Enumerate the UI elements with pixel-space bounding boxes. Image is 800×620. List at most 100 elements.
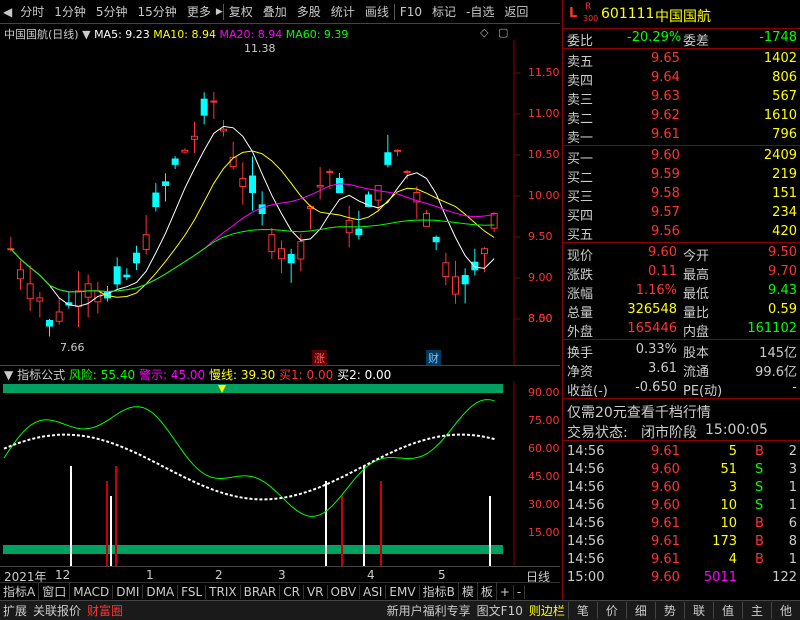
bid-row[interactable]: 买四 9.57 234: [563, 204, 800, 224]
stat-value: 145亿: [759, 346, 797, 361]
weicha-label: 委差: [683, 34, 710, 49]
bottom-right-tab[interactable]: 价: [596, 602, 626, 619]
bottom-left-item[interactable]: 扩展: [0, 602, 30, 619]
indicator-tab[interactable]: OBV: [328, 584, 361, 599]
indicator-tab[interactable]: ASI: [360, 584, 387, 599]
candle-body: [316, 184, 324, 188]
status-time: 15:00:05: [705, 422, 768, 438]
candle-body: [17, 269, 24, 280]
date-label: 2: [215, 568, 223, 582]
indicator-tab[interactable]: DMA: [143, 584, 179, 599]
bid-volume: 151: [772, 186, 797, 201]
candle-body: [162, 181, 169, 186]
candle-body: [55, 311, 63, 322]
bottom-right-tab[interactable]: 势: [654, 602, 684, 619]
ask-row[interactable]: 卖一 9.61 796: [563, 126, 800, 146]
ask-row[interactable]: 卖三 9.63 567: [563, 88, 800, 108]
toolbar-item[interactable]: 1分钟: [49, 3, 91, 20]
candle-body: [432, 236, 440, 243]
toolbar-item[interactable]: 叠加: [258, 3, 292, 20]
promo-row[interactable]: 仅需20元查看千档行情: [563, 401, 800, 422]
stat-value: 161102: [747, 321, 797, 336]
ask-volume: 806: [772, 70, 797, 85]
indicator-name[interactable]: 指标公式: [17, 368, 65, 382]
chart-maximize-icon[interactable]: ▢: [498, 26, 508, 39]
bottom-right-tab[interactable]: 值: [712, 602, 742, 619]
toolbar-item[interactable]: 15分钟: [133, 3, 182, 20]
bottom-right-tab[interactable]: 主: [741, 602, 771, 619]
toolbar-item[interactable]: F10: [395, 5, 427, 19]
webi-label: 委比: [567, 34, 594, 49]
indicator-tick: 45.00: [528, 470, 560, 483]
candle-body: [181, 149, 189, 153]
tick-side: S: [755, 480, 764, 495]
indicator-buy1: 买1: 0.00: [279, 368, 334, 382]
more-arrow-icon[interactable]: ▶: [216, 7, 223, 17]
tick-price: 9.61: [651, 444, 680, 459]
indicator-tab[interactable]: VR: [304, 584, 328, 599]
toolbar-item[interactable]: 分时: [15, 3, 49, 20]
indicator-tab[interactable]: 指标A: [0, 583, 40, 600]
indicator-tab[interactable]: FSL: [178, 584, 207, 599]
candle-body: [113, 266, 121, 285]
bottom-mid-item[interactable]: 新用户福利专享: [384, 602, 474, 619]
bid-row[interactable]: 买三 9.58 151: [563, 185, 800, 205]
bottom-right-tab[interactable]: 笔: [567, 602, 597, 619]
bottom-left-item[interactable]: 财富圈: [84, 602, 126, 619]
indicator-tab[interactable]: TRIX: [206, 584, 241, 599]
indicator-tab[interactable]: MACD: [70, 584, 114, 599]
indicator-tab[interactable]: 指标B: [420, 583, 459, 600]
indicator-tab[interactable]: CR: [280, 584, 304, 599]
toolbar-item[interactable]: 复权: [224, 3, 258, 20]
indicator-chart[interactable]: [0, 381, 560, 566]
toolbar-item[interactable]: 返回: [499, 3, 533, 20]
bottom-left-item[interactable]: 关联报价: [30, 602, 84, 619]
chart-settings-icon[interactable]: ◇: [480, 26, 488, 39]
indicator-dropdown-icon[interactable]: ▼: [4, 368, 13, 382]
bottom-mid-item[interactable]: 则边栏: [526, 602, 568, 619]
toolbar-item[interactable]: 标记: [427, 3, 461, 20]
indicator-tab[interactable]: BRAR: [241, 584, 281, 599]
ask-row[interactable]: 卖五 9.65 1402: [563, 50, 800, 70]
toolbar-item[interactable]: -自选: [461, 3, 499, 20]
candle-body: [210, 100, 218, 103]
bid-row[interactable]: 买五 9.56 420: [563, 223, 800, 243]
ask-row[interactable]: 卖二 9.62 1610: [563, 107, 800, 127]
toolbar-item[interactable]: 统计: [326, 3, 360, 20]
candle-body: [36, 297, 44, 302]
bottom-right-tab[interactable]: 细: [625, 602, 655, 619]
stat-label: 涨跌: [567, 268, 594, 283]
bottom-right-tab[interactable]: 他: [770, 602, 800, 619]
indicator-tab[interactable]: EMV: [386, 584, 420, 599]
bottom-right-tab[interactable]: 联: [683, 602, 713, 619]
stat-value: 9.43: [768, 283, 797, 298]
tick-side: S: [755, 498, 764, 513]
bottom-mid-item[interactable]: 图文F10: [474, 602, 526, 619]
toolbar-item[interactable]: 多股: [292, 3, 326, 20]
promo-text[interactable]: 仅需20元查看千档行情: [567, 402, 711, 422]
candle-body: [75, 290, 82, 308]
stock-name: 中国国航: [655, 9, 711, 25]
toolbar-item[interactable]: 更多: [182, 3, 216, 20]
indicator-tab[interactable]: +: [497, 584, 514, 599]
bid-row[interactable]: 买一 9.60 2409: [563, 147, 800, 167]
toolbar-item[interactable]: 画线: [360, 3, 394, 20]
kline-chart[interactable]: [0, 40, 560, 365]
tick-time: 14:56: [567, 516, 605, 531]
candle-body: [142, 234, 150, 250]
indicator-tab[interactable]: 窗口: [39, 583, 71, 600]
indicator-tab[interactable]: 板: [478, 583, 497, 600]
candle-body: [239, 177, 247, 187]
ask-price: 9.61: [651, 127, 680, 142]
stat-value: 326548: [627, 302, 677, 317]
back-arrow-icon[interactable]: ◀: [0, 5, 15, 19]
indicator-tab[interactable]: 模: [459, 583, 478, 600]
indicator-tab[interactable]: -: [514, 584, 526, 599]
tick-side: B: [755, 516, 764, 531]
bid-price: 9.57: [651, 205, 680, 220]
ask-row[interactable]: 卖四 9.64 806: [563, 69, 800, 89]
indicator-tab[interactable]: DMI: [113, 584, 144, 599]
bid-row[interactable]: 买二 9.59 219: [563, 166, 800, 186]
bid-volume: 2409: [763, 148, 797, 163]
toolbar-item[interactable]: 5分钟: [91, 3, 133, 20]
